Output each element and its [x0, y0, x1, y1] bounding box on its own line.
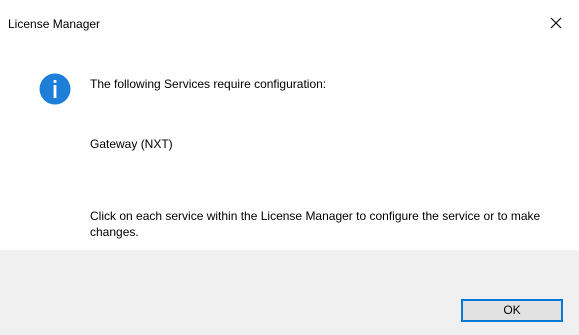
title-bar: License Manager	[0, 0, 579, 46]
close-button[interactable]	[533, 0, 579, 46]
close-icon	[550, 17, 562, 29]
window-title: License Manager	[8, 17, 101, 31]
service-list-item: Gateway (NXT)	[90, 137, 173, 151]
instruction-text: Click on each service within the License…	[90, 209, 541, 239]
button-bar: OK	[0, 250, 579, 335]
message-heading: The following Services require configura…	[90, 77, 327, 91]
message-area: The following Services require configura…	[0, 46, 579, 250]
ok-button[interactable]: OK	[461, 299, 563, 322]
info-icon	[39, 73, 71, 105]
license-manager-dialog: License Manager The following Services r…	[0, 0, 579, 335]
